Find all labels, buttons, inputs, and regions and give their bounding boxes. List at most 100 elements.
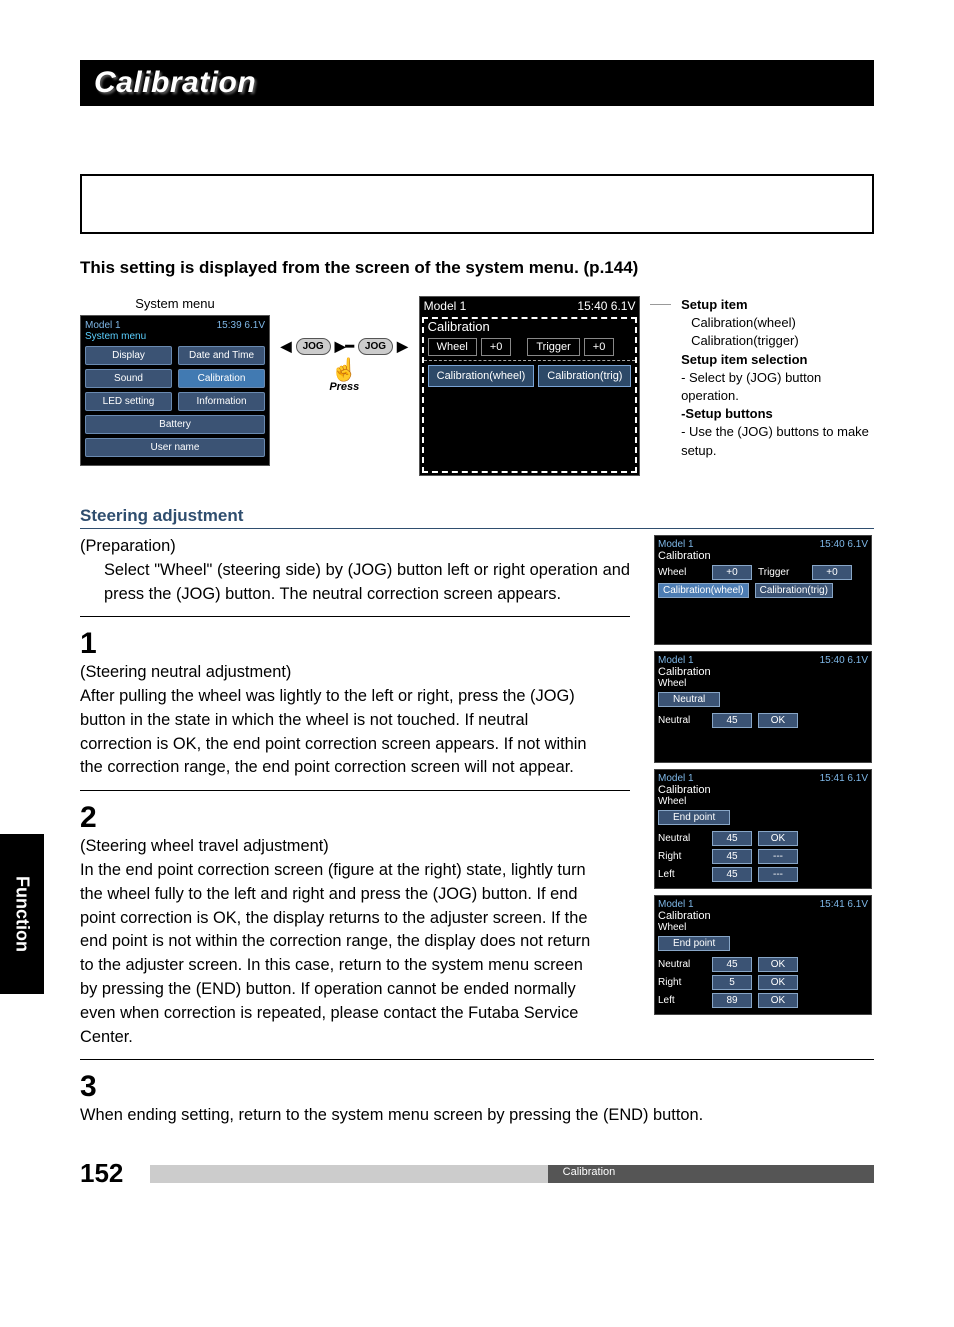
step-2-number: 2 <box>80 801 110 835</box>
m3-r1-ok: OK <box>758 831 798 846</box>
m1-model: Model 1 <box>658 539 694 550</box>
m2-sub: Wheel <box>658 678 868 689</box>
m4-r3-ok: OK <box>758 993 798 1008</box>
m3-badge: End point <box>658 810 730 825</box>
screen-title: System menu <box>85 331 265 342</box>
m1-tval: +0 <box>812 565 852 580</box>
footer-label: Calibration <box>563 1166 616 1178</box>
m4-badge: End point <box>658 936 730 951</box>
m2-model: Model 1 <box>658 655 694 666</box>
m4-r3-lbl: Left <box>658 995 706 1006</box>
menu-item-datetime[interactable]: Date and Time <box>178 346 265 365</box>
m4-r3-val: 89 <box>712 993 752 1008</box>
step-3-number: 3 <box>80 1070 110 1104</box>
arrow-left-icon: ◀ <box>281 338 292 355</box>
m4-r1-lbl: Neutral <box>658 959 706 970</box>
cal-title: Calibration <box>424 319 636 334</box>
footer-bar: Calibration <box>150 1165 874 1183</box>
diagram-row: System menu Model 1 15:39 6.1V System men… <box>80 296 874 476</box>
m3-r1-val: 45 <box>712 831 752 846</box>
m3-r3-val: 45 <box>712 867 752 882</box>
m4-r2-lbl: Right <box>658 977 706 988</box>
calib-wheel-button[interactable]: Calibration(wheel) <box>428 365 535 387</box>
setup-selection-text: - Select by (JOG) button operation. <box>681 369 874 405</box>
cal-model: Model 1 <box>424 299 467 313</box>
m4-r2-ok: OK <box>758 975 798 990</box>
menu-item-calibration[interactable]: Calibration <box>178 369 265 388</box>
m4-r2-val: 5 <box>712 975 752 990</box>
page-number: 152 <box>80 1158 150 1189</box>
setup-selection-label: Setup item selection <box>681 351 874 369</box>
step-3-text: When ending setting, return to the syste… <box>80 1104 842 1128</box>
arrow-right-icon: ▶━ <box>335 338 354 355</box>
menu-item-led[interactable]: LED setting <box>85 392 172 411</box>
m4-sub: Wheel <box>658 922 868 933</box>
setup-item-1: Calibration(wheel) <box>681 314 874 332</box>
m3-time: 15:41 6.1V <box>820 773 868 784</box>
m2-r1-ok: OK <box>758 713 798 728</box>
step-1-number: 1 <box>80 627 110 661</box>
m4-time: 15:41 6.1V <box>820 899 868 910</box>
jog-pill-2: JOG <box>358 338 393 355</box>
wheel-value: +0 <box>481 338 512 356</box>
setup-item-2: Calibration(trigger) <box>681 332 874 350</box>
setup-buttons-text: - Use the (JOG) buttons to make setup. <box>681 423 874 459</box>
m2-r1-lbl: Neutral <box>658 715 706 726</box>
menu-item-display[interactable]: Display <box>85 346 172 365</box>
m1-wheel: Wheel <box>658 567 706 578</box>
step-1-text: After pulling the wheel was lightly to t… <box>80 687 587 776</box>
press-label: Press <box>329 381 359 393</box>
m4-r1-ok: OK <box>758 957 798 972</box>
page-title: Calibration <box>80 60 874 106</box>
m4-model: Model 1 <box>658 899 694 910</box>
calibration-screen: Model 115:40 6.1V Calibration Wheel +0 T… <box>419 296 641 476</box>
m1-title: Calibration <box>658 550 868 562</box>
menu-item-sound[interactable]: Sound <box>85 369 172 388</box>
arrow-right-icon-2: ▶ <box>397 338 408 355</box>
m3-r2-ok: --- <box>758 849 798 864</box>
m2-badge: Neutral <box>658 692 720 707</box>
time-label: 15:39 6.1V <box>217 320 265 331</box>
trigger-label: Trigger <box>527 338 579 356</box>
step-1-label: (Steering neutral adjustment) <box>80 663 291 681</box>
mini-screen-1: Model 1 15:40 6.1V Calibration Wheel +0 Tri… <box>654 535 872 645</box>
mini-screen-4: Model 1 15:41 6.1V Calibration Wheel End … <box>654 895 872 1015</box>
step-2-label: (Steering wheel travel adjustment) <box>80 837 329 855</box>
m3-r1-lbl: Neutral <box>658 833 706 844</box>
jog-indicator: ◀ JOG ▶━ JOG ▶ ☝ Press <box>280 296 409 393</box>
m2-title: Calibration <box>658 666 868 678</box>
m3-r2-val: 45 <box>712 849 752 864</box>
calib-trig-button[interactable]: Calibration(trig) <box>538 365 631 387</box>
m3-r3-ok: --- <box>758 867 798 882</box>
hand-press-icon: ☝ <box>331 357 358 383</box>
subhead: This setting is displayed from the scree… <box>80 258 874 278</box>
step-2-text: In the end point correction screen (figu… <box>80 861 590 1045</box>
setup-item-label: Setup item <box>681 296 874 314</box>
note-box <box>80 174 874 234</box>
prep-label: (Preparation) <box>80 535 630 559</box>
m3-r2-lbl: Right <box>658 851 706 862</box>
m1-b1[interactable]: Calibration(wheel) <box>658 583 749 598</box>
prep-text: Select "Wheel" (steering side) by (JOG) … <box>80 559 630 607</box>
footer: 152 Calibration <box>80 1158 874 1189</box>
m2-time: 15:40 6.1V <box>820 655 868 666</box>
m1-time: 15:40 6.1V <box>820 539 868 550</box>
m1-wval: +0 <box>712 565 752 580</box>
menu-item-info[interactable]: Information <box>178 392 265 411</box>
mini-screen-3: Model 115:41 6.1V Calibration Wheel End … <box>654 769 872 889</box>
m4-title: Calibration <box>658 910 868 922</box>
model-label: Model 1 <box>85 320 121 331</box>
m3-model: Model 1 <box>658 773 694 784</box>
jog-pill: JOG <box>296 338 331 355</box>
menu-item-username[interactable]: User name <box>85 438 265 457</box>
wheel-label: Wheel <box>428 338 477 356</box>
connector-line <box>650 304 671 305</box>
m3-title: Calibration <box>658 784 868 796</box>
m1-trigger: Trigger <box>758 567 806 578</box>
m4-r1-val: 45 <box>712 957 752 972</box>
menu-item-battery[interactable]: Battery <box>85 415 265 434</box>
m1-b2[interactable]: Calibration(trig) <box>755 583 833 598</box>
system-menu-screen: Model 1 15:39 6.1V System menu Display Dat… <box>80 315 270 466</box>
setup-description: Setup item Calibration(wheel) Calibratio… <box>681 296 874 460</box>
mini-screen-2: Model 1 15:40 6.1V Calibration Wheel Neut… <box>654 651 872 763</box>
